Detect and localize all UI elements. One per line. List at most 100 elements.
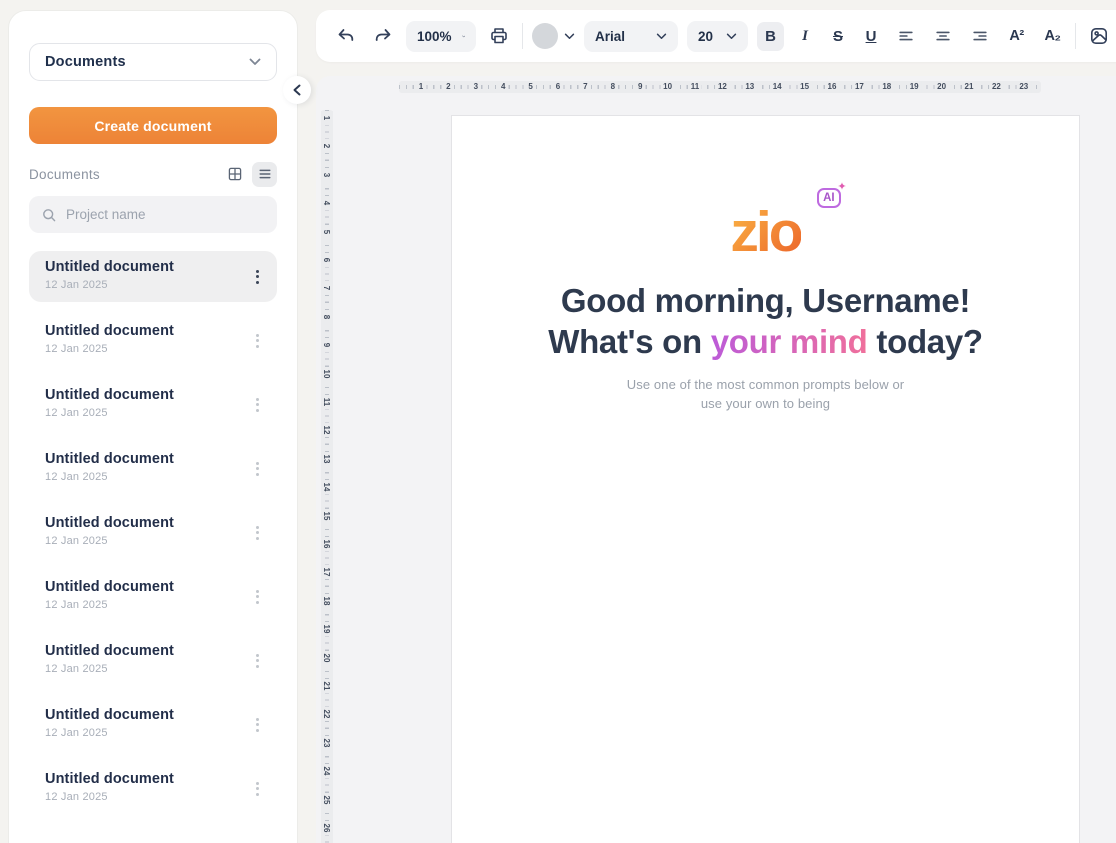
font-size-dropdown[interactable]: 20 — [687, 21, 748, 52]
greeting-highlight: your mind — [711, 323, 868, 360]
workspace-selector-label: Documents — [45, 54, 126, 70]
ruler-number: 24 — [321, 764, 333, 778]
kebab-menu-icon[interactable] — [252, 714, 263, 736]
ruler-number: 3 — [321, 168, 333, 182]
workspace-selector-dropdown[interactable]: Documents — [29, 43, 277, 81]
chevron-down-icon — [462, 33, 465, 40]
editor-canvas: 1234567891011121314151617181920212223 12… — [316, 76, 1116, 843]
document-list-item[interactable]: Untitled document 12 Jan 2025 — [29, 763, 277, 814]
kebab-menu-icon[interactable] — [252, 266, 263, 288]
undo-icon[interactable] — [332, 22, 360, 50]
ruler-number: 19 — [907, 81, 921, 93]
strikethrough-button[interactable]: S — [826, 22, 850, 51]
chevron-down-icon — [656, 33, 667, 40]
align-left-icon[interactable] — [892, 22, 920, 50]
document-title: Untitled document — [45, 323, 277, 339]
print-icon[interactable] — [485, 22, 513, 50]
document-list: Untitled document 12 Jan 2025 Untitled d… — [29, 251, 277, 827]
kebab-menu-icon[interactable] — [252, 394, 263, 416]
toolbar-divider — [1075, 23, 1076, 49]
search-input[interactable] — [66, 207, 265, 222]
ruler-number: 23 — [321, 736, 333, 750]
ruler-number: 2 — [321, 139, 333, 153]
ruler-number: 11 — [321, 395, 333, 409]
ruler-number: 17 — [852, 81, 866, 93]
ruler-number: 4 — [498, 81, 507, 93]
document-title: Untitled document — [45, 259, 277, 275]
chevron-down-icon — [726, 33, 737, 40]
align-right-icon[interactable] — [966, 22, 994, 50]
ruler-number: 10 — [321, 367, 333, 381]
horizontal-ruler: 1234567891011121314151617181920212223 — [399, 81, 1041, 93]
ruler-number: 14 — [321, 480, 333, 494]
document-list-item[interactable]: Untitled document 12 Jan 2025 — [29, 635, 277, 686]
document-list-item[interactable]: Untitled document 12 Jan 2025 — [29, 315, 277, 366]
ruler-number: 17 — [321, 565, 333, 579]
document-date: 12 Jan 2025 — [45, 279, 277, 291]
kebab-menu-icon[interactable] — [252, 650, 263, 672]
document-title: Untitled document — [45, 707, 277, 723]
document-list-item[interactable]: Untitled document 12 Jan 2025 — [29, 379, 277, 430]
chevron-down-icon — [564, 33, 575, 40]
greeting-subtitle: Use one of the most common prompts below… — [452, 375, 1079, 413]
font-family-dropdown[interactable]: Arial — [584, 21, 678, 52]
create-document-button[interactable]: Create document — [29, 107, 277, 144]
ruler-number: 21 — [321, 679, 333, 693]
documents-section-header: Documents — [29, 161, 277, 187]
subscript-button[interactable]: A₂ — [1039, 22, 1066, 51]
greeting-line2: What's on your mind today? — [452, 321, 1079, 362]
sidebar-collapse-button[interactable] — [283, 76, 311, 104]
align-center-icon[interactable] — [929, 22, 957, 50]
kebab-menu-icon[interactable] — [252, 778, 263, 800]
documents-sidebar: Documents Create document Documents Unti… — [8, 10, 298, 843]
document-list-item[interactable]: Untitled document 12 Jan 2025 — [29, 699, 277, 750]
zoom-level-dropdown[interactable]: 100% — [406, 21, 476, 52]
chevron-left-icon — [292, 84, 302, 96]
list-view-icon[interactable] — [252, 162, 277, 187]
kebab-menu-icon[interactable] — [252, 586, 263, 608]
ruler-number: 6 — [321, 253, 333, 267]
ruler-number: 4 — [321, 196, 333, 210]
ruler-number: 15 — [321, 509, 333, 523]
ruler-number: 16 — [321, 537, 333, 551]
document-date: 12 Jan 2025 — [45, 535, 277, 547]
page-content: zio AI ✦ Good morning, Username! What's … — [452, 116, 1079, 413]
redo-icon[interactable] — [369, 22, 397, 50]
ruler-number: 2 — [444, 81, 453, 93]
ruler-number: 9 — [635, 81, 644, 93]
sparkle-icon: ✦ — [837, 180, 846, 193]
ruler-number: 8 — [608, 81, 617, 93]
bold-button[interactable]: B — [757, 22, 784, 51]
greeting-line2-suffix: today? — [868, 323, 983, 360]
ruler-number: 20 — [321, 651, 333, 665]
document-list-item[interactable]: Untitled document 12 Jan 2025 — [29, 251, 277, 302]
document-list-item[interactable]: Untitled document 12 Jan 2025 — [29, 571, 277, 622]
ruler-number: 19 — [321, 622, 333, 636]
document-title: Untitled document — [45, 579, 277, 595]
ruler-number: 18 — [321, 594, 333, 608]
vertical-ruler: 1234567891011121314151617181920212223242… — [321, 110, 333, 843]
text-color-dropdown[interactable] — [532, 23, 575, 49]
document-list-item[interactable]: Untitled document 12 Jan 2025 — [29, 443, 277, 494]
subtitle-line1: Use one of the most common prompts below… — [452, 375, 1079, 394]
ruler-number: 6 — [553, 81, 562, 93]
search-icon — [41, 207, 57, 223]
document-list-item[interactable]: Untitled document 12 Jan 2025 — [29, 507, 277, 558]
search-box — [29, 196, 277, 233]
document-date: 12 Jan 2025 — [45, 727, 277, 739]
underline-button[interactable]: U — [859, 22, 883, 51]
document-date: 12 Jan 2025 — [45, 599, 277, 611]
ruler-number: 14 — [770, 81, 784, 93]
kebab-menu-icon[interactable] — [252, 330, 263, 352]
grid-view-icon[interactable] — [222, 162, 247, 187]
document-date: 12 Jan 2025 — [45, 663, 277, 675]
insert-image-icon[interactable] — [1085, 22, 1113, 50]
superscript-button[interactable]: A² — [1003, 22, 1030, 51]
kebab-menu-icon[interactable] — [252, 522, 263, 544]
italic-button[interactable]: I — [793, 22, 817, 51]
document-title: Untitled document — [45, 771, 277, 787]
kebab-menu-icon[interactable] — [252, 458, 263, 480]
ruler-number: 18 — [880, 81, 894, 93]
greeting-line1: Good morning, Username! — [452, 280, 1079, 321]
document-page[interactable]: zio AI ✦ Good morning, Username! What's … — [451, 115, 1080, 843]
